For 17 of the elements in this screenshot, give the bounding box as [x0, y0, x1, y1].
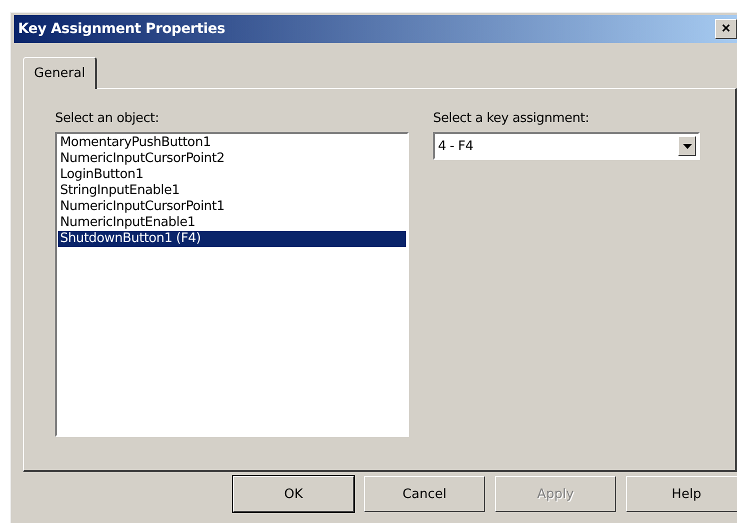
list-item[interactable]: NumericInputCursorPoint1 — [58, 199, 406, 215]
list-item[interactable]: NumericInputEnable1 — [58, 215, 406, 231]
list-item[interactable]: LoginButton1 — [58, 167, 406, 183]
dialog-button[interactable]: OK — [233, 476, 354, 512]
object-list[interactable]: MomentaryPushButton1 NumericInputCursorPoint2 LoginButton1 StringInputEnable1 NumericInputCursorPoint1 NumericInputEnable1 ShutdownButton1 (F4) — [55, 132, 409, 437]
close-button[interactable]: × — [715, 19, 737, 39]
dialog-button[interactable]: Help — [626, 476, 737, 512]
object-list-label: Select an object: — [55, 111, 160, 126]
key-assignment-dropdown[interactable]: 4 - F4 — [433, 132, 700, 160]
dialog-button[interactable]: Cancel — [364, 476, 485, 512]
list-item[interactable]: ShutdownButton1 (F4) — [58, 231, 406, 247]
window-title: Key Assignment Properties — [18, 21, 226, 37]
list-item[interactable]: NumericInputCursorPoint2 — [58, 151, 406, 167]
tab[interactable]: General — [23, 57, 98, 89]
list-item[interactable]: MomentaryPushButton1 — [58, 135, 406, 151]
key-assignment-label: Select a key assignment: — [433, 111, 590, 126]
list-item[interactable]: StringInputEnable1 — [58, 183, 406, 199]
